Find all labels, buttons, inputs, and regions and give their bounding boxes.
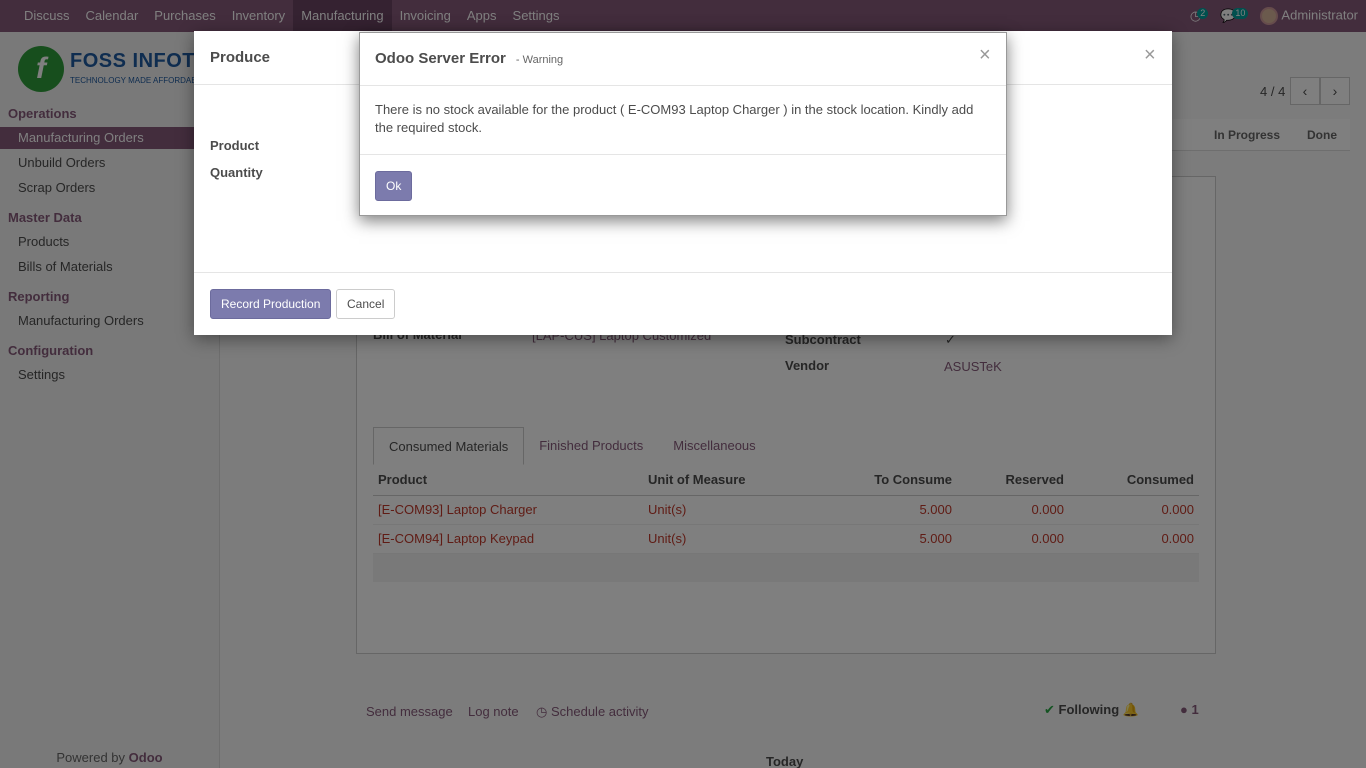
error-message: There is no stock available for the prod…: [375, 102, 974, 135]
error-dialog-header: Odoo Server Error - Warning ×: [360, 33, 1006, 86]
error-dialog-title: Odoo Server Error - Warning: [375, 50, 563, 67]
record-production-button[interactable]: Record Production: [210, 289, 332, 319]
server-error-dialog: Odoo Server Error - Warning × There is no…: [359, 32, 1007, 216]
error-close-icon[interactable]: ×: [979, 45, 991, 65]
cancel-button[interactable]: Cancel: [336, 289, 396, 319]
product-label: Product: [210, 138, 260, 153]
produce-dialog-footer: Record Production Cancel: [194, 272, 1172, 335]
error-subtitle: - Warning: [515, 54, 564, 66]
produce-close-icon[interactable]: ×: [1144, 45, 1156, 65]
error-dialog-footer: Ok: [360, 154, 1006, 216]
ok-button[interactable]: Ok: [375, 171, 413, 201]
produce-dialog-title: Produce: [210, 49, 271, 66]
error-title-text: Odoo Server Error: [375, 50, 506, 67]
quantity-label: Quantity: [210, 165, 263, 180]
